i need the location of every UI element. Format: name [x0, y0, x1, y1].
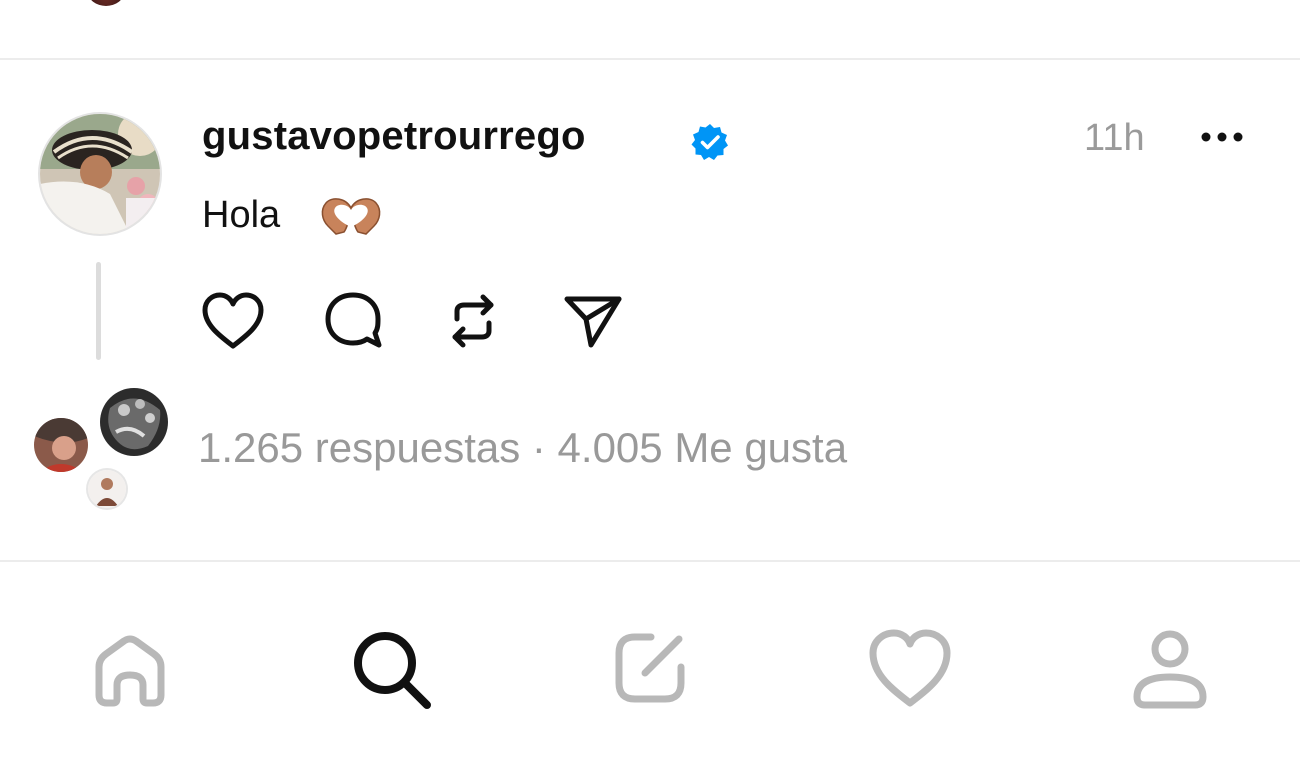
previous-post-avatar[interactable]	[88, 0, 124, 6]
heart-icon	[869, 629, 951, 707]
nav-profile-button[interactable]	[1120, 618, 1220, 718]
post-divider-top	[0, 58, 1300, 60]
post-text: Hola	[202, 194, 281, 236]
verified-badge-icon	[690, 122, 730, 162]
home-icon	[95, 635, 165, 707]
reply-button[interactable]	[318, 286, 388, 356]
repost-button[interactable]	[438, 286, 508, 356]
author-username[interactable]: gustavopetrourrego	[202, 114, 586, 159]
like-button[interactable]	[198, 286, 268, 356]
comment-icon	[325, 292, 382, 348]
nav-home-button[interactable]	[80, 618, 180, 718]
repost-icon	[452, 294, 494, 348]
search-icon	[354, 632, 431, 709]
nav-activity-button[interactable]	[860, 618, 960, 718]
thread-line	[96, 262, 101, 360]
send-icon	[564, 296, 622, 348]
heart-hands-emoji	[318, 194, 384, 238]
heart-icon	[202, 292, 264, 349]
post-stats[interactable]: 1.265 respuestas · 4.005 Me gusta	[198, 424, 847, 472]
more-options-icon[interactable]	[1198, 124, 1248, 150]
nav-divider	[0, 560, 1300, 562]
nav-search-button[interactable]	[340, 618, 440, 718]
compose-icon	[615, 633, 685, 703]
post-timestamp: 11h	[1084, 117, 1145, 159]
share-button[interactable]	[558, 286, 628, 356]
replier-avatar-1	[100, 388, 168, 456]
replier-avatar-2	[34, 418, 88, 472]
author-avatar[interactable]	[40, 114, 160, 234]
user-icon	[1133, 630, 1207, 709]
replier-avatar-3	[88, 470, 126, 508]
nav-compose-button[interactable]	[600, 618, 700, 718]
